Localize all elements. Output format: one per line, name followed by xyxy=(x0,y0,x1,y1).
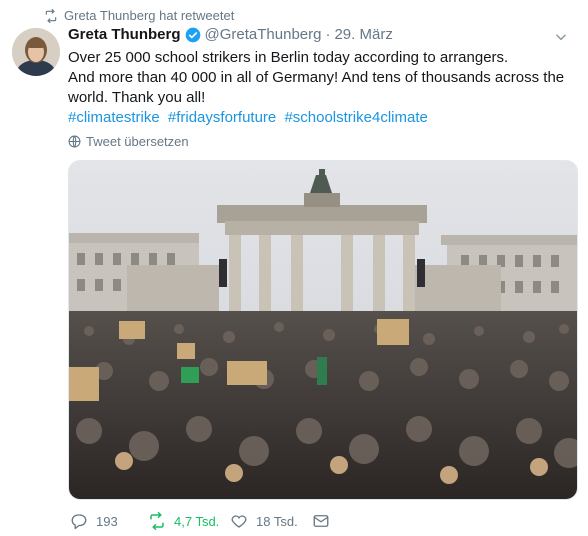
reply-icon xyxy=(71,514,87,530)
translate-tweet[interactable]: Tweet übersetzen xyxy=(68,134,189,149)
hashtag-list: #climatestrike #fridaysforfuture #school… xyxy=(68,108,568,128)
chevron-down-icon[interactable] xyxy=(554,30,568,44)
like-button[interactable]: 18 Tsd. xyxy=(230,512,312,530)
reply-button[interactable]: 193 xyxy=(70,512,148,530)
hashtag-link[interactable]: #schoolstrike4climate xyxy=(284,109,427,126)
retweet-icon xyxy=(150,512,164,530)
reply-count: 193 xyxy=(96,513,118,529)
separator: · xyxy=(325,26,331,43)
tweet-photo[interactable] xyxy=(68,160,578,500)
tweet-body: Over 25 000 school strikers in Berlin to… xyxy=(68,48,568,128)
translate-label[interactable]: Tweet übersetzen xyxy=(86,134,189,149)
tweet-header: Greta Thunberg @GretaThunberg · 29. März xyxy=(68,26,393,43)
tweet-line: And more than 40 000 in all of Germany! … xyxy=(68,69,565,106)
author-name[interactable]: Greta Thunberg xyxy=(68,26,181,43)
like-icon xyxy=(231,515,247,528)
author-handle[interactable]: @GretaThunberg xyxy=(205,26,322,43)
tweet-actions: 193 4,7 Tsd. 18 Tsd. xyxy=(70,512,342,530)
verified-icon xyxy=(185,27,200,42)
tweet-line: Over 25 000 school strikers in Berlin to… xyxy=(68,49,509,66)
message-button[interactable] xyxy=(312,512,342,530)
retweet-button[interactable]: 4,7 Tsd. xyxy=(148,512,230,530)
retweet-icon xyxy=(45,8,57,23)
retweet-count: 4,7 Tsd. xyxy=(174,513,220,529)
avatar[interactable] xyxy=(12,28,60,76)
hashtag-link[interactable]: #fridaysforfuture xyxy=(168,109,276,126)
like-count: 18 Tsd. xyxy=(256,513,298,529)
hashtag-link[interactable]: #climatestrike xyxy=(68,109,160,126)
retweet-notice: Greta Thunberg hat retweetet xyxy=(44,8,234,23)
globe-icon xyxy=(68,135,81,148)
tweet-date[interactable]: 29. März xyxy=(334,26,392,43)
retweet-notice-text[interactable]: Greta Thunberg hat retweetet xyxy=(64,8,234,23)
message-icon xyxy=(313,515,329,527)
